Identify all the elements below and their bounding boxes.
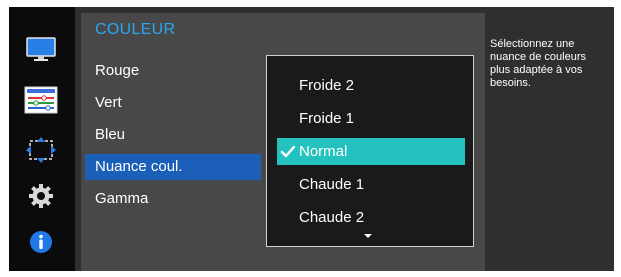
monitor-icon[interactable] (24, 35, 58, 65)
menu-item-gamma[interactable]: Gamma (85, 186, 261, 212)
sliders-icon[interactable] (24, 85, 58, 115)
info-icon[interactable] (24, 227, 58, 257)
option-froide-2[interactable]: Froide 2 (277, 72, 465, 99)
resize-arrows-icon[interactable] (24, 135, 58, 165)
option-chaude-1[interactable]: Chaude 1 (277, 171, 465, 198)
monitor-osd: COULEUR Rouge Vert Bleu Nuance coul. Gam… (9, 7, 614, 271)
menu-item-bleu[interactable]: Bleu (85, 122, 261, 148)
gear-icon[interactable] (24, 181, 58, 211)
menu-item-nuance-coul[interactable]: Nuance coul. (85, 154, 261, 180)
menu-item-rouge[interactable]: Rouge (85, 58, 261, 84)
menu-item-vert[interactable]: Vert (85, 90, 261, 116)
menu-panel: COULEUR Rouge Vert Bleu Nuance coul. Gam… (81, 13, 485, 271)
option-normal[interactable]: Normal (277, 138, 465, 165)
help-text: Sélectionnez une nuance de couleurs plus… (490, 38, 587, 89)
option-chaude-2[interactable]: Chaude 2 (277, 204, 465, 231)
option-normal-label: Normal (299, 143, 348, 160)
color-tone-dropdown: Froide 2 Froide 1 Normal Chaude 1 Chaude… (266, 55, 474, 247)
sidebar (9, 7, 75, 271)
checkmark-icon (280, 138, 296, 165)
scroll-down-arrow-icon[interactable] (364, 234, 372, 238)
menu-title: COULEUR (95, 21, 176, 38)
option-froide-1[interactable]: Froide 1 (277, 105, 465, 132)
